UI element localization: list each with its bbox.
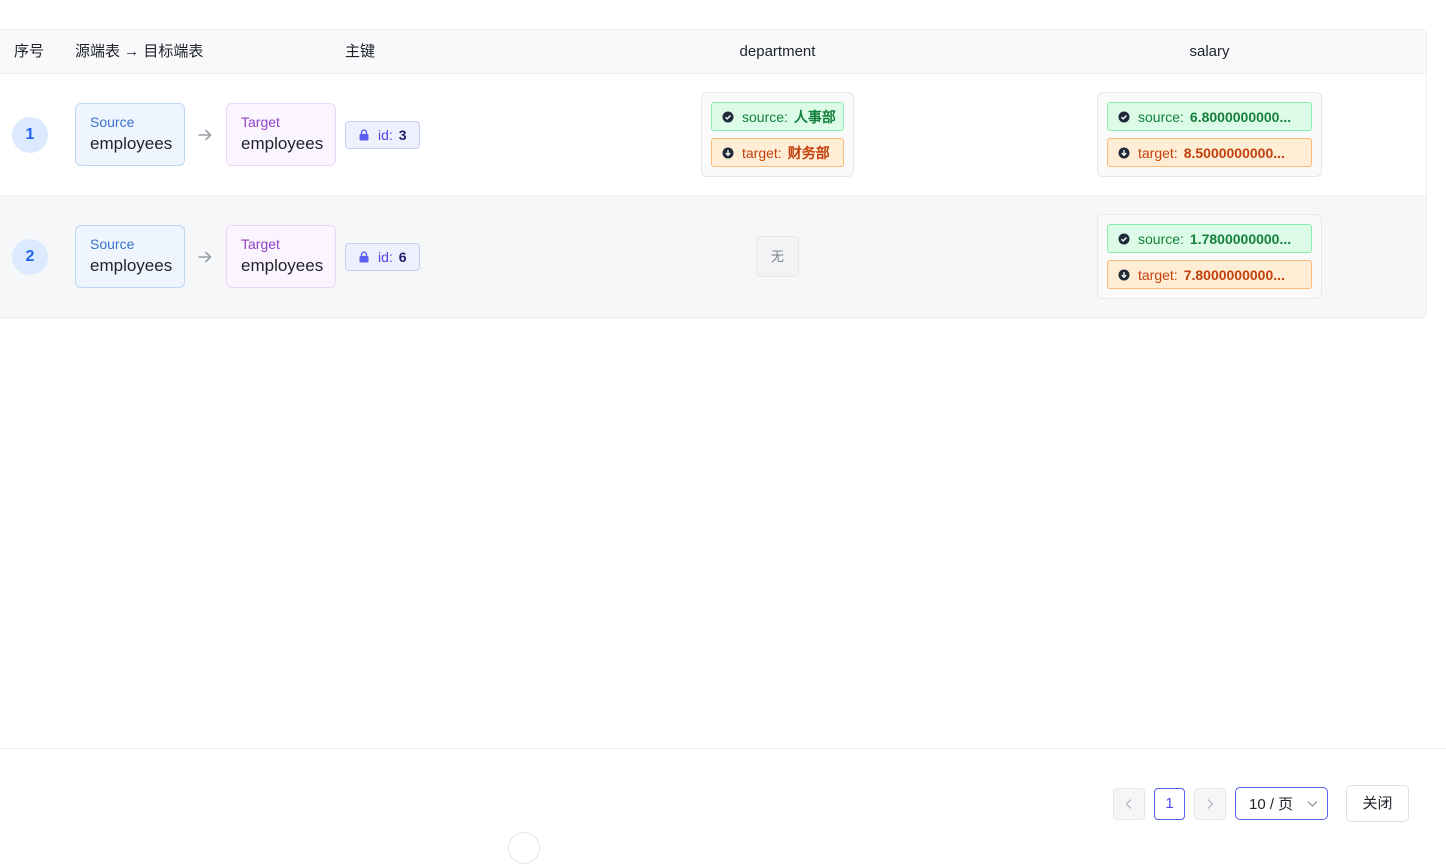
target-label: target:: [1138, 144, 1178, 161]
primary-key-badge: id: 6: [345, 243, 420, 271]
lock-icon: [359, 129, 369, 141]
target-value-pill: target: 7.8000000000...: [1107, 260, 1312, 289]
chevron-down-icon: [1307, 801, 1318, 807]
source-label: source:: [742, 108, 788, 125]
target-value: 8.5000000000...: [1183, 144, 1285, 161]
chevron-right-icon: [1207, 799, 1214, 809]
target-label: target:: [1138, 266, 1178, 283]
target-value-pill: target: 财务部: [711, 138, 844, 167]
pk-value: 3: [398, 127, 407, 143]
target-table-card: Target employees: [226, 225, 336, 288]
arrow-down-circle-icon: [1118, 147, 1130, 158]
salary-diff: source: 1.7800000000... target: 7.800000…: [1097, 214, 1322, 299]
source-value: 1.7800000000...: [1189, 230, 1292, 247]
empty-value-chip: 无: [756, 236, 799, 277]
table-row: 2 Source employees Target employees id: …: [0, 196, 1426, 318]
target-table-name: employees: [241, 134, 324, 153]
page-size-select[interactable]: 10 / 页: [1235, 787, 1328, 820]
diff-table: 序号 源端表 → 目标端表 主键 department salary 1 Sou…: [0, 29, 1427, 319]
target-table-card: Target employees: [226, 103, 336, 166]
header-source-target: 源端表 → 目标端表: [75, 43, 204, 60]
source-label: source:: [1138, 230, 1184, 247]
check-circle-icon: [1118, 111, 1130, 122]
target-label: target:: [742, 144, 782, 161]
target-kind-label: Target: [241, 236, 280, 252]
source-label: source:: [1138, 108, 1184, 125]
page-number-current[interactable]: 1: [1154, 788, 1185, 820]
source-value-pill: source: 1.7800000000...: [1107, 224, 1312, 253]
source-kind-label: Source: [90, 114, 135, 130]
pk-value: 6: [398, 249, 407, 265]
header-index: 序号: [14, 43, 45, 60]
close-button[interactable]: 关闭: [1346, 785, 1409, 822]
arrow-right-icon: [198, 251, 212, 263]
source-value: 人事部: [793, 108, 836, 125]
arrow-down-circle-icon: [1118, 269, 1130, 280]
arrow-right-icon: [198, 129, 212, 141]
department-diff: source: 人事部 target: 财务部: [701, 92, 854, 177]
check-circle-icon: [1118, 233, 1130, 244]
page-size-value: 10 / 页: [1249, 796, 1294, 813]
table-row: 1 Source employees Target employees id: …: [0, 74, 1426, 196]
header-primary-key: 主键: [345, 43, 376, 60]
source-value-pill: source: 6.8000000000...: [1107, 102, 1312, 131]
target-value: 7.8000000000...: [1183, 266, 1285, 283]
header-salary: salary: [1189, 43, 1230, 60]
header-department: department: [739, 43, 816, 60]
salary-diff: source: 6.8000000000... target: 8.500000…: [1097, 92, 1322, 177]
source-value-pill: source: 人事部: [711, 102, 844, 131]
check-circle-icon: [722, 111, 734, 122]
row-index-badge: 2: [12, 239, 48, 275]
table-header: 序号 源端表 → 目标端表 主键 department salary: [0, 30, 1426, 74]
primary-key-badge: id: 3: [345, 121, 420, 149]
chevron-left-icon: [1125, 799, 1132, 809]
pk-label: id:: [378, 127, 393, 143]
arrow-down-circle-icon: [722, 147, 734, 158]
source-kind-label: Source: [90, 236, 135, 252]
target-table-name: employees: [241, 256, 324, 275]
source-table-name: employees: [90, 256, 173, 275]
next-page-button[interactable]: [1194, 788, 1226, 820]
floating-button[interactable]: [508, 832, 540, 864]
source-table-name: employees: [90, 134, 173, 153]
source-table-card: Source employees: [75, 103, 185, 166]
pk-label: id:: [378, 249, 393, 265]
source-value: 6.8000000000...: [1189, 108, 1292, 125]
footer-divider: [0, 748, 1446, 749]
target-value: 财务部: [787, 144, 830, 161]
row-index-badge: 1: [12, 117, 48, 153]
source-table-card: Source employees: [75, 225, 185, 288]
lock-icon: [359, 251, 369, 263]
prev-page-button[interactable]: [1113, 788, 1145, 820]
target-kind-label: Target: [241, 114, 280, 130]
target-value-pill: target: 8.5000000000...: [1107, 138, 1312, 167]
